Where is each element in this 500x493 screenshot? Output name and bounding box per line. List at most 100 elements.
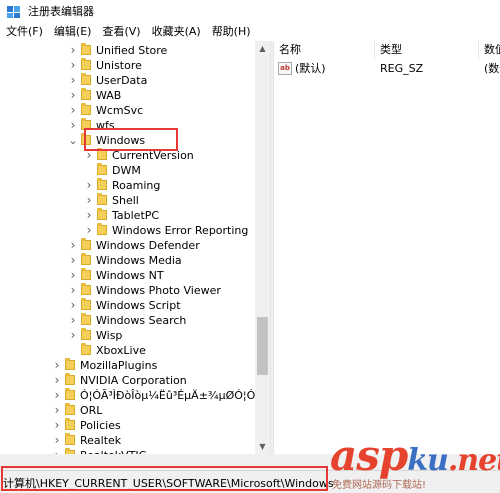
menu-favorites[interactable]: 收藏夹(A) <box>146 22 206 41</box>
tree-item-label: NVIDIA Corporation <box>80 373 187 387</box>
site-watermark: aspku.net 免费网站源码下载站! <box>330 433 500 492</box>
tree-item[interactable]: › WcmSvc <box>68 103 143 118</box>
tree-item[interactable]: › MozillaPlugins <box>52 358 157 373</box>
expand-arrow-icon[interactable]: › <box>84 208 94 223</box>
expand-arrow-icon[interactable]: › <box>52 358 62 373</box>
expand-arrow-icon[interactable]: › <box>84 193 94 208</box>
menu-file[interactable]: 文件(F) <box>0 22 48 41</box>
tree-item[interactable]: › WAB <box>68 88 121 103</box>
scrollbar-thumb[interactable] <box>257 317 268 375</box>
tree-item-label: wfs <box>96 118 115 132</box>
expand-arrow-icon[interactable]: › <box>68 238 78 253</box>
tree-item[interactable]: › CurrentVersion <box>84 148 194 163</box>
tree-item-label: TabletPC <box>112 208 160 222</box>
tree-item[interactable]: › Unified Store <box>68 43 167 58</box>
values-list[interactable]: 名称 类型 数值 ab (默认) REG_SZ (数值 <box>274 41 500 454</box>
expand-arrow-icon[interactable]: › <box>84 148 94 163</box>
tree-item[interactable]: › Windows Search <box>68 313 186 328</box>
expand-arrow-icon[interactable]: › <box>52 433 62 448</box>
tree-item-label: Windows Error Reporting <box>112 223 249 237</box>
scroll-up-arrow-icon[interactable]: ▲ <box>255 41 270 56</box>
tree-item[interactable]: › Wisp <box>68 328 122 343</box>
folder-icon <box>81 73 91 85</box>
value-type: REG_SZ <box>380 62 424 75</box>
menu-help[interactable]: 帮助(H) <box>206 22 256 41</box>
tree-item[interactable]: › Policies <box>52 418 121 433</box>
column-header-type[interactable]: 类型 <box>375 41 479 59</box>
folder-icon <box>81 283 91 295</box>
menu-bar: 文件(F) 编辑(E) 查看(V) 收藏夹(A) 帮助(H) <box>0 22 500 41</box>
expand-arrow-icon[interactable]: › <box>68 103 78 118</box>
tree-item[interactable]: › Windows Error Reporting <box>84 223 248 238</box>
tree-item[interactable]: › UserData <box>68 73 147 88</box>
folder-icon <box>81 253 91 265</box>
value-data: (数值 <box>484 62 500 75</box>
folder-icon <box>81 298 91 310</box>
tree-item-label: Windows Defender <box>96 238 200 252</box>
tree-item[interactable]: › TabletPC <box>84 208 159 223</box>
tree-item[interactable]: › Roaming <box>84 178 160 193</box>
tree-item[interactable]: › Ó¦ÓÃ³ÌÐòÎòµ¼Ëû³ÉµÄ±¾µØÓ¦ÓÃ <box>52 388 263 403</box>
folder-icon <box>81 43 91 55</box>
tree-item-label: WcmSvc <box>96 103 144 117</box>
expand-arrow-icon[interactable]: › <box>68 298 78 313</box>
value-name[interactable]: (默认) <box>295 61 326 77</box>
expand-arrow-icon[interactable]: › <box>68 328 78 343</box>
tree-item[interactable]: › Windows Defender <box>68 238 200 253</box>
expand-arrow-icon[interactable]: › <box>68 43 78 58</box>
tree-item-label: Ó¦ÓÃ³ÌÐòÎòµ¼Ëû³ÉµÄ±¾µØÓ¦ÓÃ <box>80 388 263 402</box>
menu-view[interactable]: 查看(V) <box>96 22 145 41</box>
folder-icon <box>97 208 107 220</box>
expand-arrow-icon[interactable]: › <box>68 283 78 298</box>
expand-arrow-icon[interactable]: › <box>52 418 62 433</box>
expand-arrow-icon[interactable]: › <box>68 268 78 283</box>
scroll-down-arrow-icon[interactable]: ▼ <box>255 439 270 454</box>
status-path[interactable]: 计算机\HKEY_CURRENT_USER\SOFTWARE\Microsoft… <box>3 475 334 491</box>
folder-icon <box>97 223 107 235</box>
expand-arrow-icon[interactable]: › <box>68 313 78 328</box>
expand-arrow-icon[interactable]: › <box>52 403 62 418</box>
tree-item-label: WAB <box>96 88 122 102</box>
tree-item-label: ORL <box>80 403 103 417</box>
menu-edit[interactable]: 编辑(E) <box>48 22 97 41</box>
tree-vertical-scrollbar[interactable]: ▲ ▼ <box>255 41 270 454</box>
expand-arrow-icon[interactable]: › <box>52 388 62 403</box>
expand-arrow-icon[interactable]: › <box>68 88 78 103</box>
expand-arrow-icon[interactable]: › <box>68 73 78 88</box>
tree-item[interactable]: XboxLive <box>68 343 146 358</box>
folder-icon <box>81 58 91 70</box>
folder-icon <box>97 148 107 160</box>
tree-item[interactable]: › NVIDIA Corporation <box>52 373 187 388</box>
tree-item[interactable]: › Windows Media <box>68 253 182 268</box>
expand-arrow-icon[interactable]: › <box>84 223 94 238</box>
tree-item[interactable]: DWM <box>84 163 141 178</box>
tree-item-label: Unified Store <box>96 43 168 57</box>
watermark-subtitle: 免费网站源码下载站! <box>332 480 427 491</box>
tree-item[interactable]: › Windows Photo Viewer <box>68 283 221 298</box>
folder-icon <box>81 343 91 355</box>
string-value-icon: ab <box>278 62 292 75</box>
tree-item-label: Windows Media <box>96 253 182 267</box>
tree-item[interactable]: › Windows NT <box>68 268 164 283</box>
tree-item[interactable]: › Realtek <box>52 433 121 448</box>
tree-item-label: Windows Search <box>96 313 187 327</box>
tree-item[interactable]: ⌄ Windows <box>68 133 145 148</box>
tree-item[interactable]: › ORL <box>52 403 102 418</box>
column-header-data[interactable]: 数值 <box>479 41 500 59</box>
expand-arrow-icon[interactable]: › <box>68 118 78 133</box>
registry-tree[interactable]: › Unified Store › Unistore › UserData › WAB › Wcm… <box>0 41 270 454</box>
tree-item[interactable]: › Shell <box>84 193 139 208</box>
folder-icon <box>97 178 107 190</box>
folder-icon <box>65 388 75 400</box>
registry-editor-icon <box>7 4 21 18</box>
collapse-arrow-icon[interactable]: ⌄ <box>68 133 78 148</box>
expand-arrow-icon[interactable]: › <box>68 58 78 73</box>
tree-item[interactable]: › Windows Script <box>68 298 181 313</box>
tree-item[interactable]: › Unistore <box>68 58 142 73</box>
tree-item[interactable]: › wfs <box>68 118 115 133</box>
expand-arrow-icon[interactable]: › <box>68 253 78 268</box>
column-header-name[interactable]: 名称 <box>274 41 375 59</box>
expand-arrow-icon[interactable]: › <box>52 373 62 388</box>
expand-arrow-icon[interactable]: › <box>84 178 94 193</box>
